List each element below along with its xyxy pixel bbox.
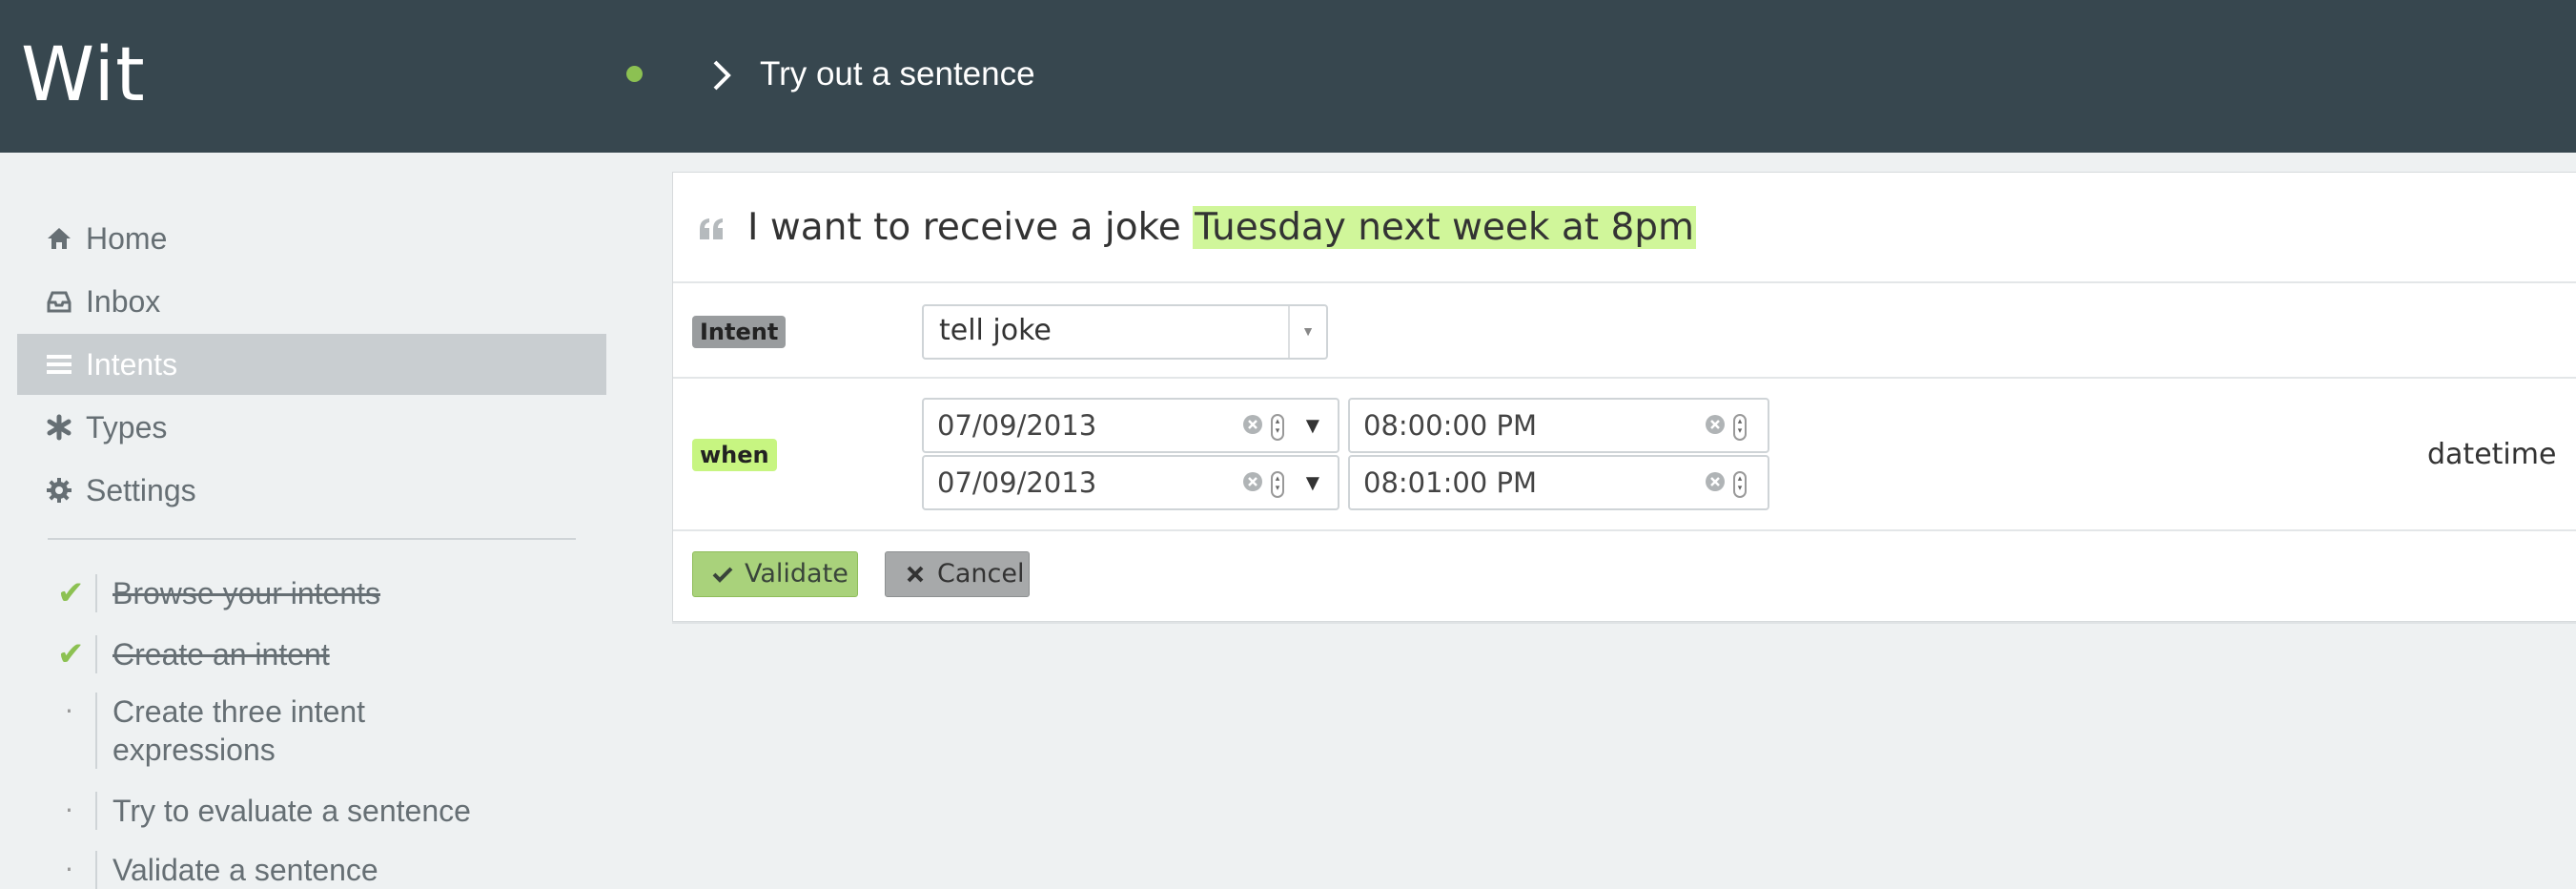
clear-icon[interactable] [1242, 471, 1263, 492]
intent-select-value: tell joke [939, 314, 1052, 347]
time-spinner-icon[interactable]: ▴ ▾ [1733, 471, 1747, 498]
task-separator [95, 693, 97, 769]
calendar-dropdown-icon[interactable]: ▼ [1301, 470, 1324, 497]
inbox-icon [47, 291, 72, 313]
asterisk-icon [47, 414, 72, 441]
sidebar-item-label: Types [86, 409, 168, 444]
task-label: Browse your intents [112, 576, 381, 610]
sentence-plain: I want to receive a joke [747, 206, 1194, 249]
to-date-input[interactable]: 07/09/2013 ▴ ▾ ▼ [922, 455, 1339, 510]
entity-type-label: datetime [2427, 438, 2557, 471]
bullet-icon: · [65, 854, 73, 885]
task-label: Validate a sentence [112, 853, 378, 887]
date-spinner-icon[interactable]: ▴ ▾ [1271, 471, 1284, 498]
sidebar-item-inbox[interactable]: Inbox [17, 271, 606, 332]
entity-badge-when: when [692, 439, 777, 471]
cancel-button[interactable]: Cancel [885, 551, 1030, 597]
home-icon [48, 228, 71, 249]
top-bar: Wit Try out a sentence [0, 0, 2576, 153]
checkmark-icon [712, 567, 733, 583]
brand-logo[interactable]: Wit [21, 32, 146, 118]
bullet-icon: · [65, 695, 73, 727]
sidebar-item-home[interactable]: Home [17, 208, 606, 269]
sidebar-item-settings[interactable]: Settings [17, 460, 606, 521]
bullet-icon: · [65, 795, 73, 826]
to-time-value: 08:01:00 PM [1363, 466, 1537, 499]
sentence-card: I want to receive a joke Tuesday next we… [672, 172, 2576, 622]
close-icon [907, 566, 924, 583]
status-indicator [626, 66, 643, 82]
task-separator [95, 851, 97, 889]
validate-button-label: Validate [745, 559, 848, 589]
entity-highlight[interactable]: Tuesday next week at 8pm [1193, 206, 1697, 249]
sidebar-item-label: Home [86, 220, 168, 256]
sidebar-divider [48, 538, 576, 540]
sidebar-item-intents[interactable]: Intents [17, 334, 606, 395]
from-date-value: 07/09/2013 [937, 409, 1097, 442]
task-separator [95, 574, 97, 612]
sidebar-item-label: Inbox [86, 283, 161, 319]
task-separator [95, 635, 97, 673]
page-title: Try out a sentence [760, 55, 1035, 93]
checkmark-icon: ✔ [57, 635, 85, 673]
task-label: Create three intent expressions [112, 694, 366, 767]
from-time-input[interactable]: 08:00:00 PM ▴ ▾ [1348, 398, 1769, 453]
clear-icon[interactable] [1705, 414, 1726, 435]
sidebar-item-label: Intents [86, 346, 178, 382]
clear-icon[interactable] [1242, 414, 1263, 435]
clear-icon[interactable] [1705, 471, 1726, 492]
sidebar-item-label: Settings [86, 472, 196, 507]
from-date-input[interactable]: 07/09/2013 ▴ ▾ ▼ [922, 398, 1339, 453]
task-label: Create an intent [112, 637, 330, 672]
time-spinner-icon[interactable]: ▴ ▾ [1733, 414, 1747, 441]
to-date-value: 07/09/2013 [937, 466, 1097, 499]
row-divider [673, 281, 2576, 283]
calendar-dropdown-icon[interactable]: ▼ [1301, 413, 1324, 440]
task-separator [95, 792, 97, 830]
checkmark-icon: ✔ [57, 574, 85, 612]
select-separator [1288, 306, 1290, 358]
chevron-down-icon[interactable]: ▼ [1301, 323, 1315, 339]
cancel-button-label: Cancel [937, 559, 1025, 589]
row-divider [673, 529, 2576, 531]
to-time-input[interactable]: 08:01:00 PM ▴ ▾ [1348, 455, 1769, 510]
validate-button[interactable]: Validate [692, 551, 858, 597]
sidebar-item-types[interactable]: Types [17, 397, 606, 458]
sidebar: Home Inbox Intents Types Settings ✔ Brow… [0, 153, 648, 889]
task-label: Try to evaluate a sentence [112, 794, 471, 828]
sentence-text: I want to receive a joke Tuesday next we… [747, 201, 1697, 255]
gear-icon [47, 478, 72, 503]
intent-badge: Intent [692, 316, 787, 348]
chevron-right-icon [713, 60, 731, 91]
row-divider [673, 377, 2576, 379]
date-spinner-icon[interactable]: ▴ ▾ [1271, 414, 1284, 441]
list-icon [47, 355, 72, 374]
from-time-value: 08:00:00 PM [1363, 409, 1537, 442]
quote-icon [700, 218, 723, 239]
intent-select[interactable]: tell joke ▼ [922, 304, 1328, 360]
